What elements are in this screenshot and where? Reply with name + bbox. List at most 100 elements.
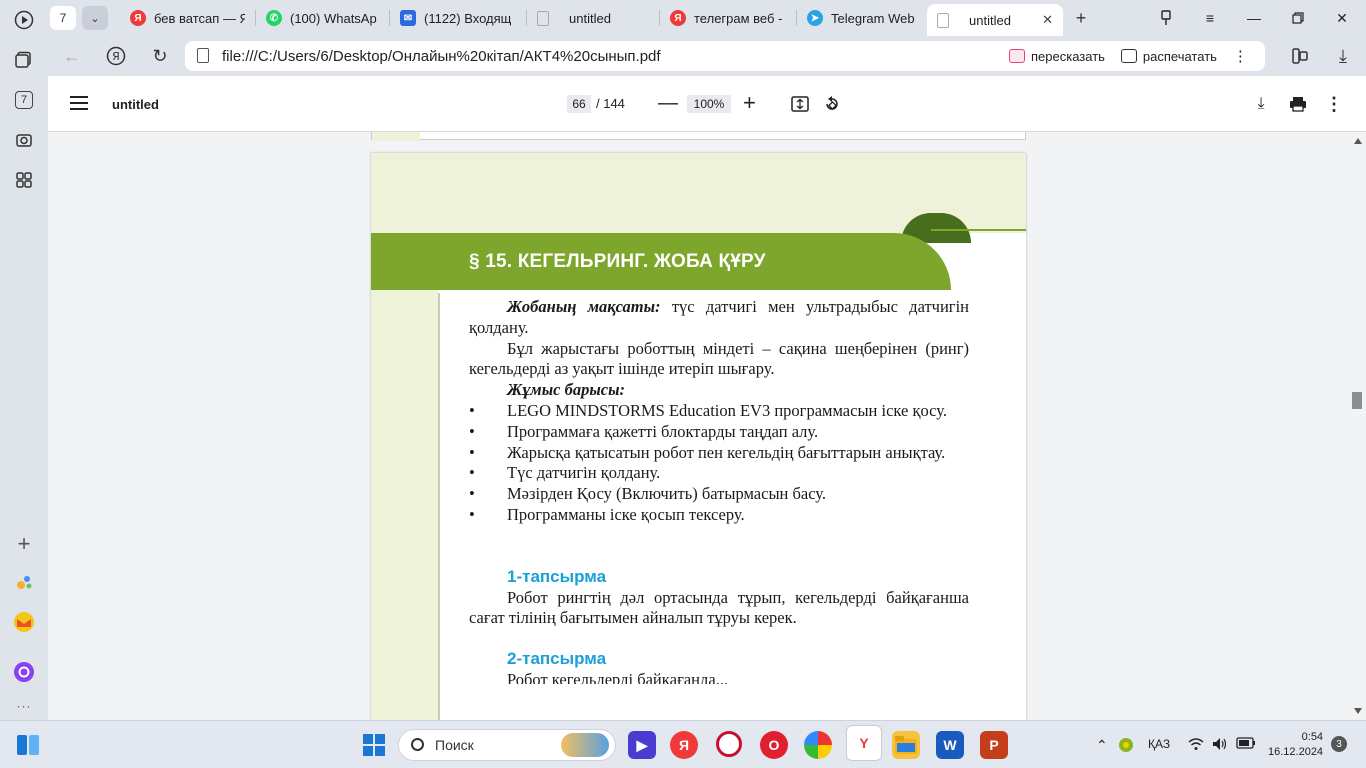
- add-panel-icon[interactable]: +: [12, 531, 36, 556]
- pdf-viewport[interactable]: § 15. КЕГЕЛЬРИНГ. ЖОБА ҚҰРУ Жобаның мақс…: [48, 132, 1366, 720]
- yandex-icon: Я: [670, 10, 686, 26]
- print-page-button[interactable]: распечатать: [1120, 49, 1217, 64]
- retell-button[interactable]: пересказать: [1009, 49, 1105, 64]
- zoom-in-button[interactable]: +: [743, 90, 756, 116]
- page-side-band: [371, 233, 438, 720]
- tab[interactable]: ✉ (1122) Входящ: [390, 3, 526, 33]
- volume-icon[interactable]: [1212, 737, 1228, 754]
- yandex-app-icon[interactable]: Я: [670, 731, 698, 759]
- more-actions-icon[interactable]: ⋮: [1233, 47, 1248, 65]
- mail-app-icon[interactable]: [12, 610, 36, 634]
- browser-sidebar: 7 + ···: [0, 0, 48, 720]
- close-window-icon[interactable]: ✕: [1332, 8, 1352, 28]
- list-item: Жарысқа қатысатын робот пен кегельдің ба…: [469, 443, 969, 464]
- tray-app-icon[interactable]: [1118, 737, 1134, 756]
- telegram-icon: ➤: [807, 10, 823, 26]
- more-options-icon[interactable]: ⋮: [1324, 94, 1344, 114]
- page-side-edge: [438, 293, 440, 720]
- address-bar[interactable]: file:///C:/Users/6/Desktop/Онлайын%20кіт…: [185, 41, 1045, 71]
- tab[interactable]: Я бев ватсап — Я: [120, 3, 255, 33]
- retell-icon: [1009, 49, 1025, 63]
- rotate-icon[interactable]: [822, 94, 842, 114]
- alice-icon[interactable]: [12, 660, 36, 684]
- back-arrow-icon[interactable]: ←: [60, 44, 84, 68]
- more-icon[interactable]: ···: [12, 694, 36, 718]
- chevron-down-icon[interactable]: ⌄: [82, 6, 108, 30]
- taskbar-search[interactable]: Поиск: [398, 729, 616, 761]
- zoom-out-button[interactable]: —: [658, 92, 678, 115]
- print-icon[interactable]: [1288, 94, 1308, 114]
- widgets-icon[interactable]: [14, 731, 42, 759]
- zoom-level-input[interactable]: 100%: [687, 95, 731, 113]
- reload-icon[interactable]: ↻: [148, 44, 172, 68]
- restore-icon[interactable]: [1288, 8, 1308, 28]
- list-item: Түс датчигін қолдану.: [469, 463, 969, 484]
- battery-icon[interactable]: [1236, 737, 1256, 752]
- menu-icon[interactable]: ≡: [1200, 8, 1220, 28]
- search-icon: [411, 738, 424, 751]
- yandex-button-icon[interactable]: Я: [104, 44, 128, 68]
- download-pdf-icon[interactable]: ⤓: [1251, 94, 1271, 114]
- hamburger-menu-icon[interactable]: [70, 96, 88, 110]
- chrome-icon[interactable]: [804, 731, 832, 759]
- video-call-app-icon[interactable]: ▶: [628, 731, 656, 759]
- tab-active[interactable]: untitled ✕: [927, 4, 1063, 36]
- collections-icon[interactable]: [12, 48, 36, 72]
- tab[interactable]: ✆ (100) WhatsAp: [256, 3, 389, 33]
- new-tab-button[interactable]: +: [1069, 6, 1093, 30]
- file-icon: [197, 48, 209, 63]
- tab-counter-icon[interactable]: 7: [12, 88, 36, 112]
- extensions-icon[interactable]: [1288, 44, 1312, 68]
- task-paragraph: Бұл жарыстағы роботтың міндеті – сақина …: [469, 338, 969, 379]
- start-button[interactable]: [360, 731, 388, 759]
- section-heading: § 15. КЕГЕЛЬРИНГ. ЖОБА ҚҰРУ: [469, 251, 766, 272]
- scroll-down-arrow[interactable]: [1354, 708, 1362, 714]
- tab[interactable]: ➤ Telegram Web: [797, 3, 927, 33]
- taskbar: Поиск ▶ Я O Y W P ⌃ ҚАЗ 0:54 16.12.2024 …: [0, 720, 1366, 768]
- task-1-heading: 1-тапсырма: [507, 566, 607, 586]
- tray-expand-icon[interactable]: ⌃: [1096, 737, 1108, 754]
- wifi-icon[interactable]: [1188, 737, 1204, 754]
- page-number-input[interactable]: 66: [567, 95, 591, 113]
- screenshot-icon[interactable]: [12, 128, 36, 152]
- page-content: Жобаның мақсаты: түс датчигі мен ультрад…: [469, 297, 969, 684]
- language-indicator[interactable]: ҚАЗ: [1148, 737, 1170, 751]
- yandex-icon: Я: [130, 10, 146, 26]
- pin-icon[interactable]: [1156, 8, 1176, 28]
- yandex-browser-icon[interactable]: Y: [846, 725, 882, 761]
- word-icon[interactable]: W: [936, 731, 964, 759]
- page-total: / 144: [596, 96, 625, 111]
- list-item: Мәзірден Қосу (Включить) батырмасын басу…: [469, 484, 969, 505]
- list-item: Программаны іске қосып тексеру.: [469, 505, 969, 526]
- task-2-text: Робот кегельдерді байқағанда...: [507, 669, 729, 684]
- file-explorer-icon[interactable]: [892, 731, 920, 759]
- document-title: untitled: [112, 97, 159, 112]
- system-clock[interactable]: 0:54 16.12.2024: [1268, 730, 1323, 760]
- play-icon[interactable]: [12, 8, 36, 32]
- assistant-icon[interactable]: [12, 570, 36, 594]
- task-1-text: Робот рингтің дәл ортасында тұрып, кегел…: [469, 587, 969, 628]
- tab[interactable]: untitled: [527, 3, 659, 33]
- list-item: LEGO MINDSTORMS Education EV3 программас…: [469, 401, 969, 422]
- pdf-toolbar: untitled 66 / 144 — 100% + ⤓ ⋮: [48, 76, 1366, 132]
- scrollbar-thumb[interactable]: [1352, 392, 1362, 409]
- opera-icon[interactable]: [716, 731, 742, 757]
- powerpoint-icon[interactable]: P: [980, 731, 1008, 759]
- tab-count-button[interactable]: 7: [50, 6, 76, 30]
- scroll-up-arrow[interactable]: [1354, 138, 1362, 144]
- fit-page-icon[interactable]: [790, 94, 810, 114]
- url-text[interactable]: file:///C:/Users/6/Desktop/Онлайын%20кіт…: [222, 48, 661, 65]
- apps-grid-icon[interactable]: [12, 168, 36, 192]
- close-tab-icon[interactable]: ✕: [1042, 12, 1053, 28]
- notification-badge[interactable]: 3: [1331, 736, 1347, 752]
- document-icon: [537, 10, 549, 26]
- banner-rule: [931, 229, 1026, 231]
- printer-icon: [1120, 49, 1137, 63]
- page-actions: пересказать распечатать ⋮: [1001, 41, 1265, 71]
- download-icon[interactable]: ⤓: [1331, 44, 1355, 68]
- page-margin-strip: [372, 132, 420, 141]
- pdf-page: § 15. КЕГЕЛЬРИНГ. ЖОБА ҚҰРУ Жобаның мақс…: [371, 153, 1026, 720]
- tab[interactable]: Я телеграм веб -: [660, 3, 796, 33]
- minimize-icon[interactable]: —: [1244, 8, 1264, 28]
- opera-gx-icon[interactable]: O: [760, 731, 788, 759]
